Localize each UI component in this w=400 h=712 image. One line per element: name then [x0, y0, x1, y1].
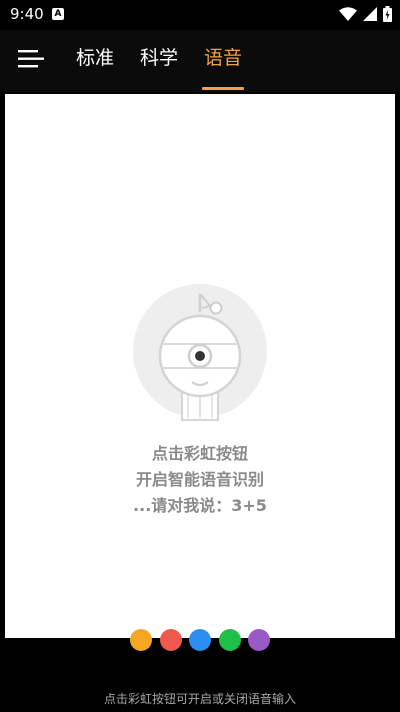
rainbow-dot-orange[interactable]	[130, 629, 152, 651]
tab-standard[interactable]: 标准	[76, 30, 114, 92]
voice-prompt-line-2: 开启智能语音识别	[135, 470, 264, 489]
tab-voice[interactable]: 语音	[202, 30, 245, 92]
status-icons	[339, 6, 392, 22]
status-bar: 9:40 A	[0, 0, 400, 30]
notification-a-icon: A	[52, 8, 64, 20]
voice-panel: 点击彩虹按钮 开启智能语音识别 ...请对我说：3+5	[5, 94, 395, 638]
rainbow-dot-red[interactable]	[159, 629, 182, 651]
app-header: 标准 科学 语音	[0, 30, 400, 92]
tab-scientific[interactable]: 科学	[140, 30, 178, 92]
voice-prompt-line-3: ...请对我说：3+5	[133, 496, 267, 515]
bottom-hint-text: 点击彩虹按钮可开启或关闭语音输入	[103, 692, 296, 706]
rainbow-dot-purple[interactable]	[248, 629, 270, 651]
rainbow-dot-blue[interactable]	[189, 629, 211, 651]
rainbow-button-group[interactable]	[130, 629, 270, 653]
mode-tabs: 标准 科学 语音	[76, 30, 268, 92]
status-time: 9:40	[10, 5, 44, 23]
voice-prompt-line-1: 点击彩虹按钮	[151, 444, 248, 463]
battery-icon	[383, 6, 392, 22]
wifi-icon	[339, 7, 357, 21]
menu-icon[interactable]	[18, 46, 44, 72]
signal-icon	[363, 7, 377, 21]
robot-mascot-icon	[133, 284, 267, 421]
rainbow-dot-green[interactable]	[218, 629, 241, 651]
